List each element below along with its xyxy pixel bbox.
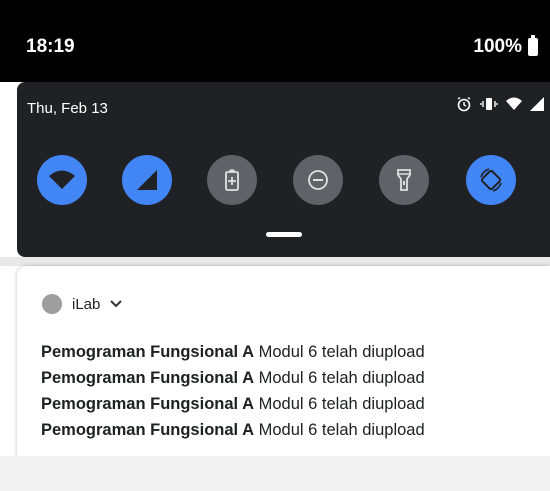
status-right: 100%: [473, 35, 538, 58]
tile-wifi[interactable]: [37, 155, 87, 205]
auto-rotate-icon: [480, 168, 502, 192]
notification-header[interactable]: iLab: [42, 294, 123, 314]
chevron-down-icon[interactable]: [110, 300, 123, 308]
notification-item[interactable]: Pemograman Fungsional A Modul 6 telah di…: [41, 365, 425, 391]
app-name: iLab: [72, 295, 101, 313]
tile-mobile-data[interactable]: [122, 155, 172, 205]
status-time: 18:19: [26, 36, 75, 57]
notification-title: Pemograman Fungsional A: [41, 421, 255, 439]
bottom-strip: [0, 456, 550, 491]
flashlight-icon: [397, 169, 411, 191]
signal-status-icon: [530, 97, 544, 111]
shade-divider: [0, 257, 550, 266]
notification-item[interactable]: Pemograman Fungsional A Modul 6 telah di…: [41, 417, 425, 443]
tile-battery-saver[interactable]: [207, 155, 257, 205]
wifi-icon: [49, 170, 75, 189]
notification-title: Pemograman Fungsional A: [41, 343, 255, 361]
cell-signal-icon: [137, 170, 157, 190]
notification-title: Pemograman Fungsional A: [41, 395, 255, 413]
notification-item[interactable]: Pemograman Fungsional A Modul 6 telah di…: [41, 339, 425, 365]
expand-handle[interactable]: [266, 232, 302, 237]
app-icon: [42, 294, 62, 314]
battery-percent: 100%: [473, 36, 522, 57]
vibrate-icon: [480, 98, 498, 110]
qs-status-icons: [456, 96, 544, 112]
notification-text: Modul 6 telah diupload: [258, 395, 425, 413]
tile-flashlight[interactable]: [379, 155, 429, 205]
notification-text: Modul 6 telah diupload: [258, 369, 425, 387]
tile-auto-rotate[interactable]: [466, 155, 516, 205]
tile-do-not-disturb[interactable]: [293, 155, 343, 205]
notification-text: Modul 6 telah diupload: [258, 343, 425, 361]
battery-saver-icon: [225, 169, 239, 191]
notification-text: Modul 6 telah diupload: [258, 421, 425, 439]
alarm-icon: [457, 96, 471, 112]
status-bar: 18:19 100%: [0, 0, 550, 82]
notification-title: Pemograman Fungsional A: [41, 369, 255, 387]
battery-icon: [528, 35, 538, 56]
qs-date: Thu, Feb 13: [27, 100, 108, 117]
notification-card[interactable]: iLab Pemograman Fungsional A Modul 6 tel…: [17, 266, 550, 456]
notification-item[interactable]: Pemograman Fungsional A Modul 6 telah di…: [41, 391, 425, 417]
notification-list: Pemograman Fungsional A Modul 6 telah di…: [41, 339, 425, 443]
quick-settings-panel: Thu, Feb 13: [17, 82, 550, 257]
wifi-status-icon: [506, 97, 522, 110]
do-not-disturb-icon: [308, 170, 328, 190]
